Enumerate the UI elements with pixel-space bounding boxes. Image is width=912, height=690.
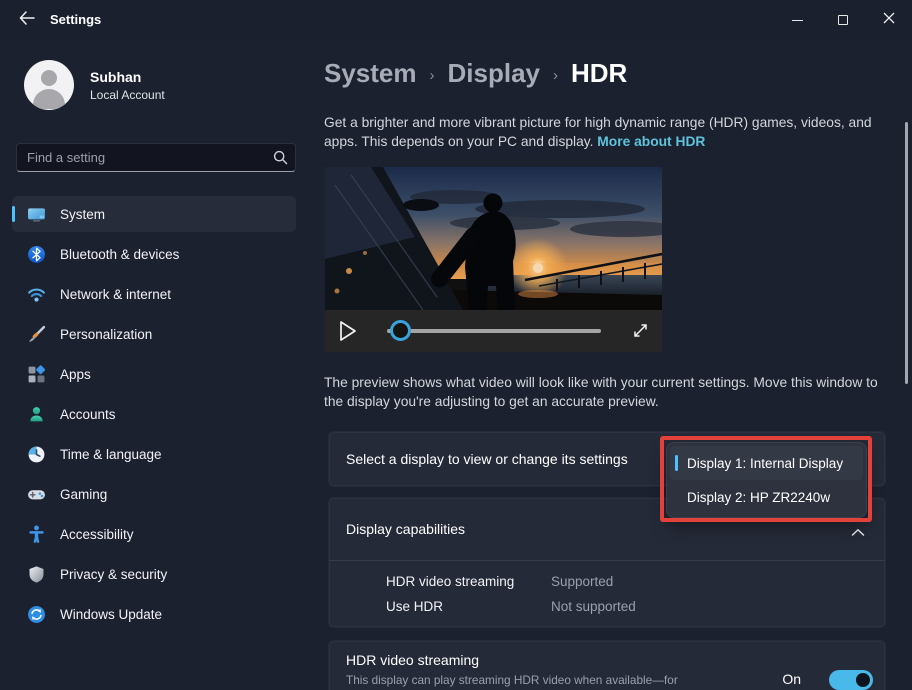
shield-icon bbox=[26, 564, 46, 584]
sidebar-item-personalization[interactable]: Personalization bbox=[12, 316, 296, 352]
more-about-hdr-link[interactable]: More about HDR bbox=[597, 134, 705, 149]
account-type: Local Account bbox=[90, 88, 165, 102]
user-name: Subhan bbox=[90, 69, 165, 85]
sidebar-item-label: Accessibility bbox=[60, 527, 134, 542]
selected-indicator bbox=[12, 206, 15, 222]
sidebar-item-label: Time & language bbox=[60, 447, 162, 462]
capability-label: HDR video streaming bbox=[386, 574, 551, 589]
fullscreen-icon[interactable] bbox=[631, 321, 650, 340]
capability-row: HDR video streaming Supported bbox=[386, 574, 866, 589]
sidebar-item-label: System bbox=[60, 207, 105, 222]
dropdown-option-display-2[interactable]: Display 2: HP ZR2240w bbox=[670, 480, 863, 514]
dropdown-option-display-1[interactable]: Display 1: Internal Display bbox=[670, 446, 863, 480]
hdr-streaming-toggle[interactable] bbox=[829, 670, 873, 690]
sidebar-nav: System Bluetooth & devices Network & int… bbox=[12, 196, 296, 636]
sidebar-item-label: Personalization bbox=[60, 327, 152, 342]
sidebar-item-apps[interactable]: Apps bbox=[12, 356, 296, 392]
page-title: HDR bbox=[571, 58, 627, 89]
hdr-video-streaming-card: HDR video streaming This display can pla… bbox=[328, 640, 886, 690]
preview-note: The preview shows what video will look l… bbox=[324, 374, 886, 411]
breadcrumb: System › Display › HDR bbox=[324, 58, 627, 89]
sidebar-item-label: Bluetooth & devices bbox=[60, 247, 179, 262]
sidebar-item-label: Windows Update bbox=[60, 607, 162, 622]
sync-arrows-icon bbox=[26, 604, 46, 624]
close-icon bbox=[883, 11, 895, 29]
hdr-streaming-description: This display can play streaming HDR vide… bbox=[346, 673, 776, 687]
sidebar: Subhan Local Account System bbox=[0, 40, 312, 690]
minimize-button[interactable] bbox=[774, 0, 820, 40]
display-capabilities-title: Display capabilities bbox=[346, 521, 465, 537]
hdr-description: Get a brighter and more vibrant picture … bbox=[324, 114, 884, 151]
search-icon bbox=[265, 150, 295, 165]
maximize-icon bbox=[838, 15, 848, 25]
seek-thumb[interactable] bbox=[390, 320, 411, 341]
toggle-state-label: On bbox=[782, 671, 801, 687]
play-button[interactable] bbox=[337, 319, 361, 343]
sidebar-item-label: Privacy & security bbox=[60, 567, 167, 582]
search-input[interactable] bbox=[17, 150, 265, 165]
accessibility-icon bbox=[26, 524, 46, 544]
capability-label: Use HDR bbox=[386, 599, 551, 614]
sidebar-item-label: Apps bbox=[60, 367, 91, 382]
sidebar-item-accounts[interactable]: Accounts bbox=[12, 396, 296, 432]
display-select-dropdown: Display 1: Internal Display Display 2: H… bbox=[666, 442, 867, 518]
chevron-right-icon: › bbox=[430, 63, 435, 84]
back-button[interactable] bbox=[10, 6, 44, 34]
chevron-right-icon: › bbox=[553, 63, 558, 84]
window-title: Settings bbox=[50, 12, 101, 27]
capability-row: Use HDR Not supported bbox=[386, 599, 866, 614]
sidebar-item-privacy-security[interactable]: Privacy & security bbox=[12, 556, 296, 592]
brush-icon bbox=[26, 324, 46, 344]
sidebar-item-accessibility[interactable]: Accessibility bbox=[12, 516, 296, 552]
person-icon bbox=[26, 404, 46, 424]
hdr-streaming-title: HDR video streaming bbox=[346, 652, 479, 668]
video-controls bbox=[325, 310, 662, 352]
hdr-video-preview bbox=[325, 167, 662, 352]
titlebar: Settings bbox=[0, 0, 912, 40]
close-button[interactable] bbox=[866, 0, 912, 40]
seek-bar[interactable] bbox=[387, 329, 601, 333]
sidebar-item-label: Gaming bbox=[60, 487, 107, 502]
capability-value: Supported bbox=[551, 574, 613, 589]
breadcrumb-display[interactable]: Display bbox=[448, 58, 541, 89]
search-box bbox=[16, 143, 296, 172]
sidebar-item-time-language[interactable]: Time & language bbox=[12, 436, 296, 472]
sidebar-item-bluetooth-devices[interactable]: Bluetooth & devices bbox=[12, 236, 296, 272]
sidebar-item-label: Accounts bbox=[60, 407, 116, 422]
chevron-up-icon[interactable] bbox=[851, 524, 865, 542]
apps-grid-icon bbox=[26, 364, 46, 384]
capability-value: Not supported bbox=[551, 599, 636, 614]
sidebar-item-windows-update[interactable]: Windows Update bbox=[12, 596, 296, 632]
gamepad-icon bbox=[26, 484, 46, 504]
breadcrumb-system[interactable]: System bbox=[324, 58, 417, 89]
back-arrow-icon bbox=[19, 11, 35, 30]
vertical-scrollbar[interactable] bbox=[905, 122, 908, 384]
divider bbox=[329, 560, 885, 561]
avatar bbox=[24, 60, 74, 110]
clock-icon bbox=[26, 444, 46, 464]
settings-window: Settings Subhan Local Account bbox=[0, 0, 912, 690]
sidebar-item-system[interactable]: System bbox=[12, 196, 296, 232]
account-profile[interactable]: Subhan Local Account bbox=[24, 60, 165, 110]
sidebar-item-network-internet[interactable]: Network & internet bbox=[12, 276, 296, 312]
sidebar-item-label: Network & internet bbox=[60, 287, 171, 302]
maximize-button[interactable] bbox=[820, 0, 866, 40]
selected-indicator bbox=[675, 455, 678, 471]
bluetooth-icon bbox=[26, 244, 46, 264]
monitor-icon bbox=[26, 204, 46, 224]
select-display-label: Select a display to view or change its s… bbox=[346, 451, 628, 467]
wifi-icon bbox=[26, 284, 46, 304]
toggle-knob bbox=[856, 673, 870, 687]
sidebar-item-gaming[interactable]: Gaming bbox=[12, 476, 296, 512]
minimize-icon bbox=[792, 20, 803, 21]
video-frame bbox=[325, 167, 662, 310]
